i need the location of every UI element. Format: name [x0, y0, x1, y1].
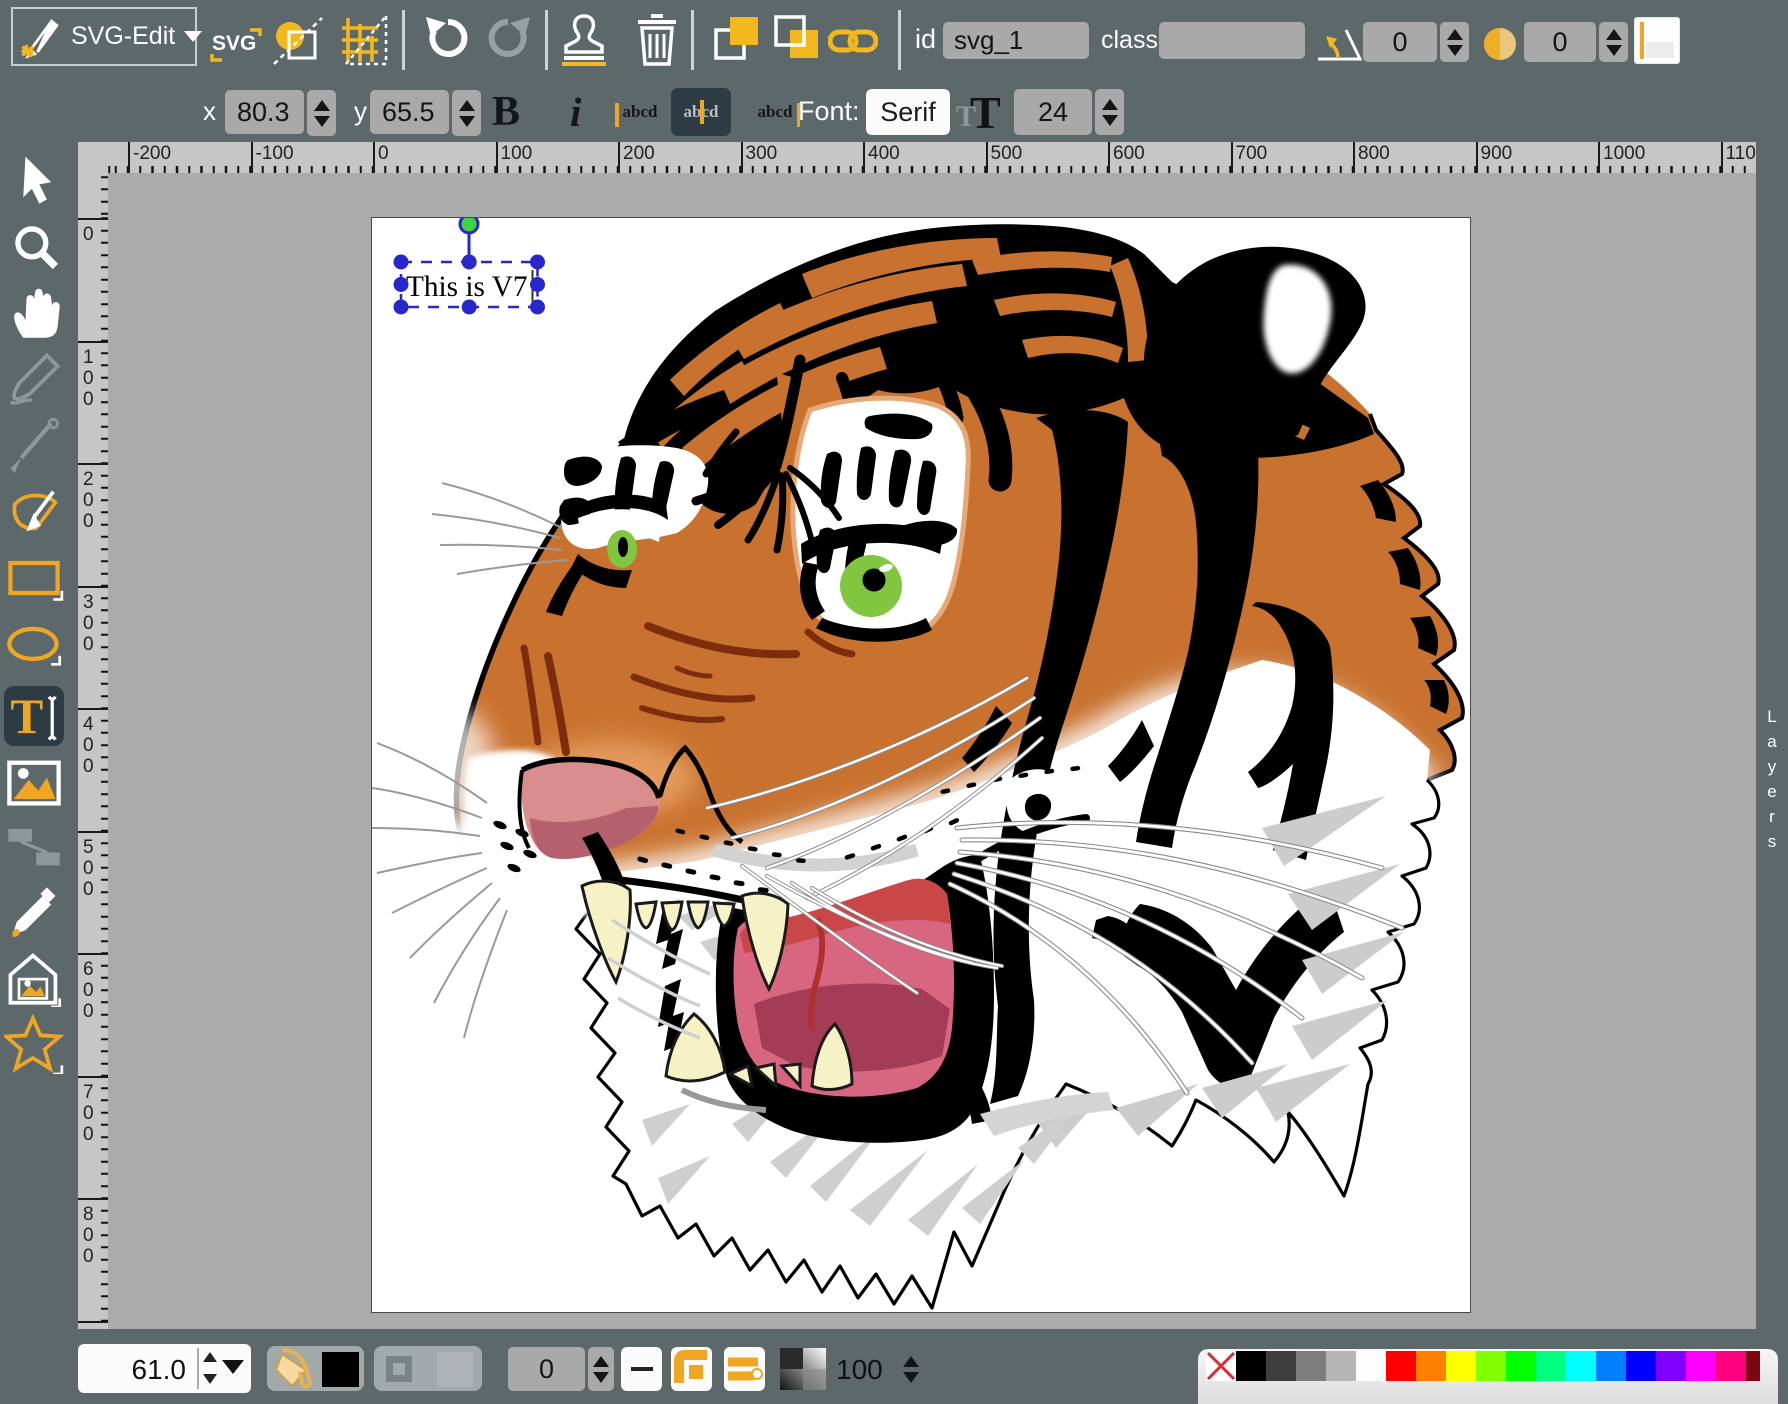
svg-text:SVG: SVG — [212, 32, 256, 55]
svg-text:T: T — [10, 689, 43, 744]
svg-text:This is V7: This is V7 — [406, 271, 528, 303]
